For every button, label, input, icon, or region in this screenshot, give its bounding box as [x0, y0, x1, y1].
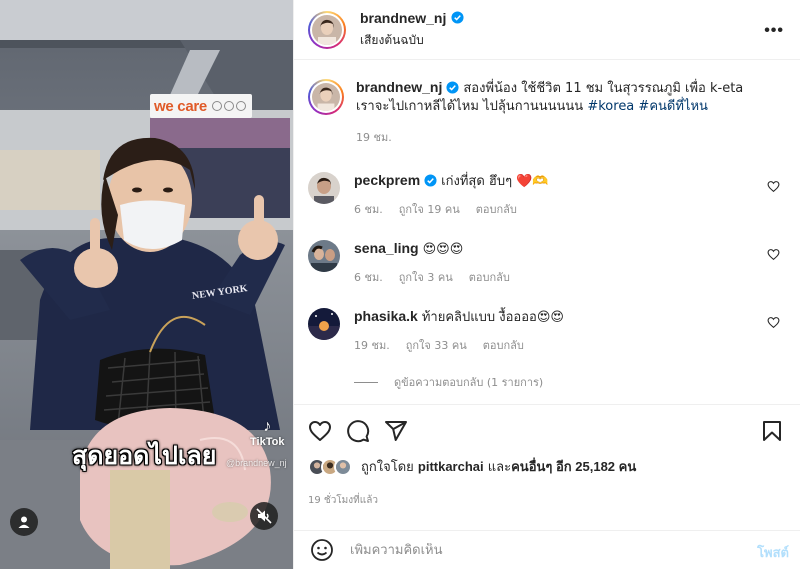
comments-section: brandnew_nj สองพี่น้อง ใช้ชีวิต 11 ชม ในส…	[294, 61, 800, 404]
tiktok-watermark: ♪ TikTok	[250, 418, 284, 448]
like-comment-heart-icon[interactable]	[767, 248, 780, 261]
verified-badge-icon	[446, 81, 459, 94]
comment-text: ท้ายคลิปแบบ งื้ออออ😍😍	[421, 310, 564, 325]
comment-time[interactable]: 6 ชม.	[354, 268, 383, 286]
user-icon	[18, 516, 30, 528]
tiktok-label: TikTok	[250, 436, 285, 448]
author-username-text[interactable]: brandnew_nj	[360, 10, 446, 26]
we-care-text: we care	[154, 97, 207, 115]
reply-button[interactable]: ตอบกลับ	[476, 200, 517, 218]
comment-input[interactable]	[350, 542, 710, 558]
more-options-icon[interactable]: •••	[764, 22, 784, 40]
add-comment-bar: โพสต์	[294, 530, 800, 569]
comment-text: เก่งที่สุด ฮึบๆ ❤️🫶	[441, 174, 549, 189]
reply-button[interactable]: ตอบกลับ	[483, 336, 524, 354]
hashtag-korea[interactable]: #korea	[587, 99, 634, 114]
emoji-smiley-icon[interactable]	[310, 538, 334, 562]
comment-username[interactable]: peckprem	[354, 172, 420, 188]
post-video[interactable]: we care NEW YORK สุดยอดไปเลย ♪ TikTok @b…	[0, 0, 293, 569]
comment-time[interactable]: 6 ชม.	[354, 200, 383, 218]
mute-button[interactable]	[250, 502, 278, 530]
sign-icons	[211, 101, 246, 111]
like-comment-heart-icon[interactable]	[767, 180, 780, 193]
comment-time[interactable]: 19 ชม.	[354, 336, 390, 354]
view-replies-button[interactable]: ดูข้อความตอบกลับ (1 รายการ)	[354, 373, 543, 391]
original-audio-link[interactable]: เสียงต้นฉบับ	[360, 31, 464, 50]
commenter-avatar[interactable]	[308, 240, 340, 272]
comment-likes[interactable]: ถูกใจ 19 คน	[399, 200, 460, 218]
caption-time[interactable]: 19 ชม.	[356, 128, 392, 146]
post-modal: we care NEW YORK สุดยอดไปเลย ♪ TikTok @b…	[0, 0, 800, 569]
likers-avatars[interactable]	[308, 457, 352, 476]
like-comment-heart-icon[interactable]	[767, 316, 780, 329]
comment-text: 😍😍😍	[422, 242, 464, 257]
we-care-sign: we care	[150, 94, 252, 118]
comment-item: phasika.k ท้ายคลิปแบบ งื้ออออ😍😍 19 ชม. ถู…	[308, 308, 788, 354]
verified-badge-icon	[424, 174, 437, 187]
reply-button[interactable]: ตอบกลับ	[469, 268, 510, 286]
caption-avatar-image	[312, 83, 340, 111]
comment-item: sena_ling 😍😍😍 6 ชม. ถูกใจ 3 คน ตอบกลับ	[308, 240, 788, 286]
post-timestamp[interactable]: 19 ชั่วโมงที่แล้ว	[308, 493, 378, 508]
share-send-icon[interactable]	[384, 419, 408, 443]
comment-bubble-icon[interactable]	[346, 419, 370, 443]
replies-divider	[354, 381, 378, 383]
liker-avatar	[334, 457, 352, 476]
caption-author-avatar[interactable]	[308, 79, 344, 115]
post-caption: brandnew_nj สองพี่น้อง ใช้ชีวิต 11 ชม ในส…	[308, 79, 788, 146]
tiktok-logo-icon: ♪	[263, 418, 272, 435]
verified-badge-icon	[451, 11, 464, 24]
tagged-users-button[interactable]	[10, 508, 38, 536]
hashtag-good-people[interactable]: #คนดีที่ไหน	[638, 99, 707, 114]
liked-by-others[interactable]: คนอื่นๆ อีก 25,182 คน	[511, 456, 636, 477]
author-avatar-image	[312, 14, 342, 45]
author-avatar[interactable]	[308, 10, 346, 49]
speaker-muted-icon	[256, 508, 272, 524]
comment-username[interactable]: phasika.k	[354, 308, 418, 324]
comment-likes[interactable]: ถูกใจ 33 คน	[406, 336, 467, 354]
save-bookmark-icon[interactable]	[760, 419, 784, 443]
liked-by-user[interactable]: pittkarchai	[418, 459, 484, 474]
post-side-panel: brandnew_nj เสียงต้นฉบับ ••• brandnew_nj…	[293, 0, 800, 569]
post-actions	[294, 404, 800, 454]
comment-likes[interactable]: ถูกใจ 3 คน	[399, 268, 453, 286]
view-replies-label[interactable]: ดูข้อความตอบกลับ (1 รายการ)	[394, 373, 543, 391]
post-comment-button[interactable]: โพสต์	[757, 542, 789, 563]
comment-username[interactable]: sena_ling	[354, 240, 419, 256]
liked-by-and: และ	[487, 460, 512, 475]
likes-summary: ถูกใจโดย pittkarchai และ คนอื่นๆ อีก 25,1…	[308, 456, 636, 477]
post-header: brandnew_nj เสียงต้นฉบับ •••	[294, 0, 800, 60]
caption-username[interactable]: brandnew_nj	[356, 79, 442, 95]
commenter-avatar[interactable]	[308, 172, 340, 204]
video-frame	[0, 0, 293, 569]
liked-by-prefix: ถูกใจโดย	[361, 460, 414, 475]
video-caption: สุดยอดไปเลย	[72, 441, 217, 470]
tiktok-username: @brandnew_nj	[226, 458, 287, 468]
like-heart-icon[interactable]	[308, 419, 332, 443]
author-username[interactable]: brandnew_nj	[360, 10, 464, 26]
commenter-avatar[interactable]	[308, 308, 340, 340]
comment-item: peckprem เก่งที่สุด ฮึบๆ ❤️🫶 6 ชม. ถูกใจ …	[308, 172, 788, 218]
